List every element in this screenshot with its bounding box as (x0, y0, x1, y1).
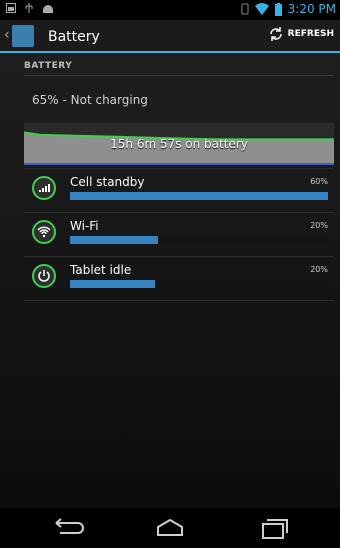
usage-name: Tablet idle (70, 263, 132, 277)
refresh-button[interactable]: REFRESH (268, 26, 334, 42)
usage-name: Wi-Fi (70, 219, 99, 233)
usage-bar-fill (70, 192, 328, 200)
wifi-icon (254, 3, 269, 15)
usage-bar-fill (70, 236, 158, 244)
page-title: Battery (48, 29, 100, 45)
power-icon (32, 264, 56, 288)
refresh-icon (269, 27, 282, 41)
navigation-bar (0, 508, 340, 548)
recent-apps-icon[interactable] (254, 517, 294, 539)
up-chevron-icon[interactable]: ‹ (4, 27, 10, 43)
usage-name: Cell standby (70, 175, 145, 189)
usage-bar-track (70, 236, 328, 244)
battery-icon (274, 2, 282, 16)
section-divider (24, 75, 334, 76)
usage-row-wifi[interactable]: Wi-Fi 20% (24, 212, 334, 257)
battery-duration-label: 15h 6m 57s on battery (110, 137, 248, 151)
screenshot-icon (6, 3, 16, 13)
status-bar: 3:20 PM (0, 0, 340, 20)
home-icon[interactable] (150, 517, 190, 539)
battery-history-chart[interactable]: 15h 6m 57s on battery (23, 123, 334, 165)
battery-status[interactable]: 65% - Not charging (32, 93, 148, 107)
usage-row-tablet-idle[interactable]: Tablet idle 20% (24, 256, 334, 301)
usage-bar-track (70, 280, 328, 288)
action-bar: ‹ Battery REFRESH (0, 20, 340, 53)
usage-bar-fill (70, 280, 156, 288)
signal-icon (32, 176, 56, 200)
app-icon[interactable] (12, 25, 34, 47)
android-icon (43, 5, 53, 13)
usage-bar-track (70, 192, 328, 200)
back-icon[interactable] (48, 517, 88, 539)
usage-percent: 20% (310, 221, 328, 230)
refresh-label: REFRESH (287, 29, 334, 39)
section-header: BATTERY (24, 61, 73, 71)
usb-icon (25, 3, 33, 13)
vibrate-icon (241, 3, 249, 15)
wifi-icon (32, 220, 56, 244)
status-time: 3:20 PM (287, 2, 336, 16)
list-divider (24, 300, 334, 302)
usage-percent: 20% (310, 265, 328, 274)
battery-content: BATTERY 65% - Not charging 15h 6m 57s on… (0, 53, 340, 508)
usage-row-cell-standby[interactable]: Cell standby 60% (24, 168, 334, 213)
usage-percent: 60% (310, 177, 328, 186)
